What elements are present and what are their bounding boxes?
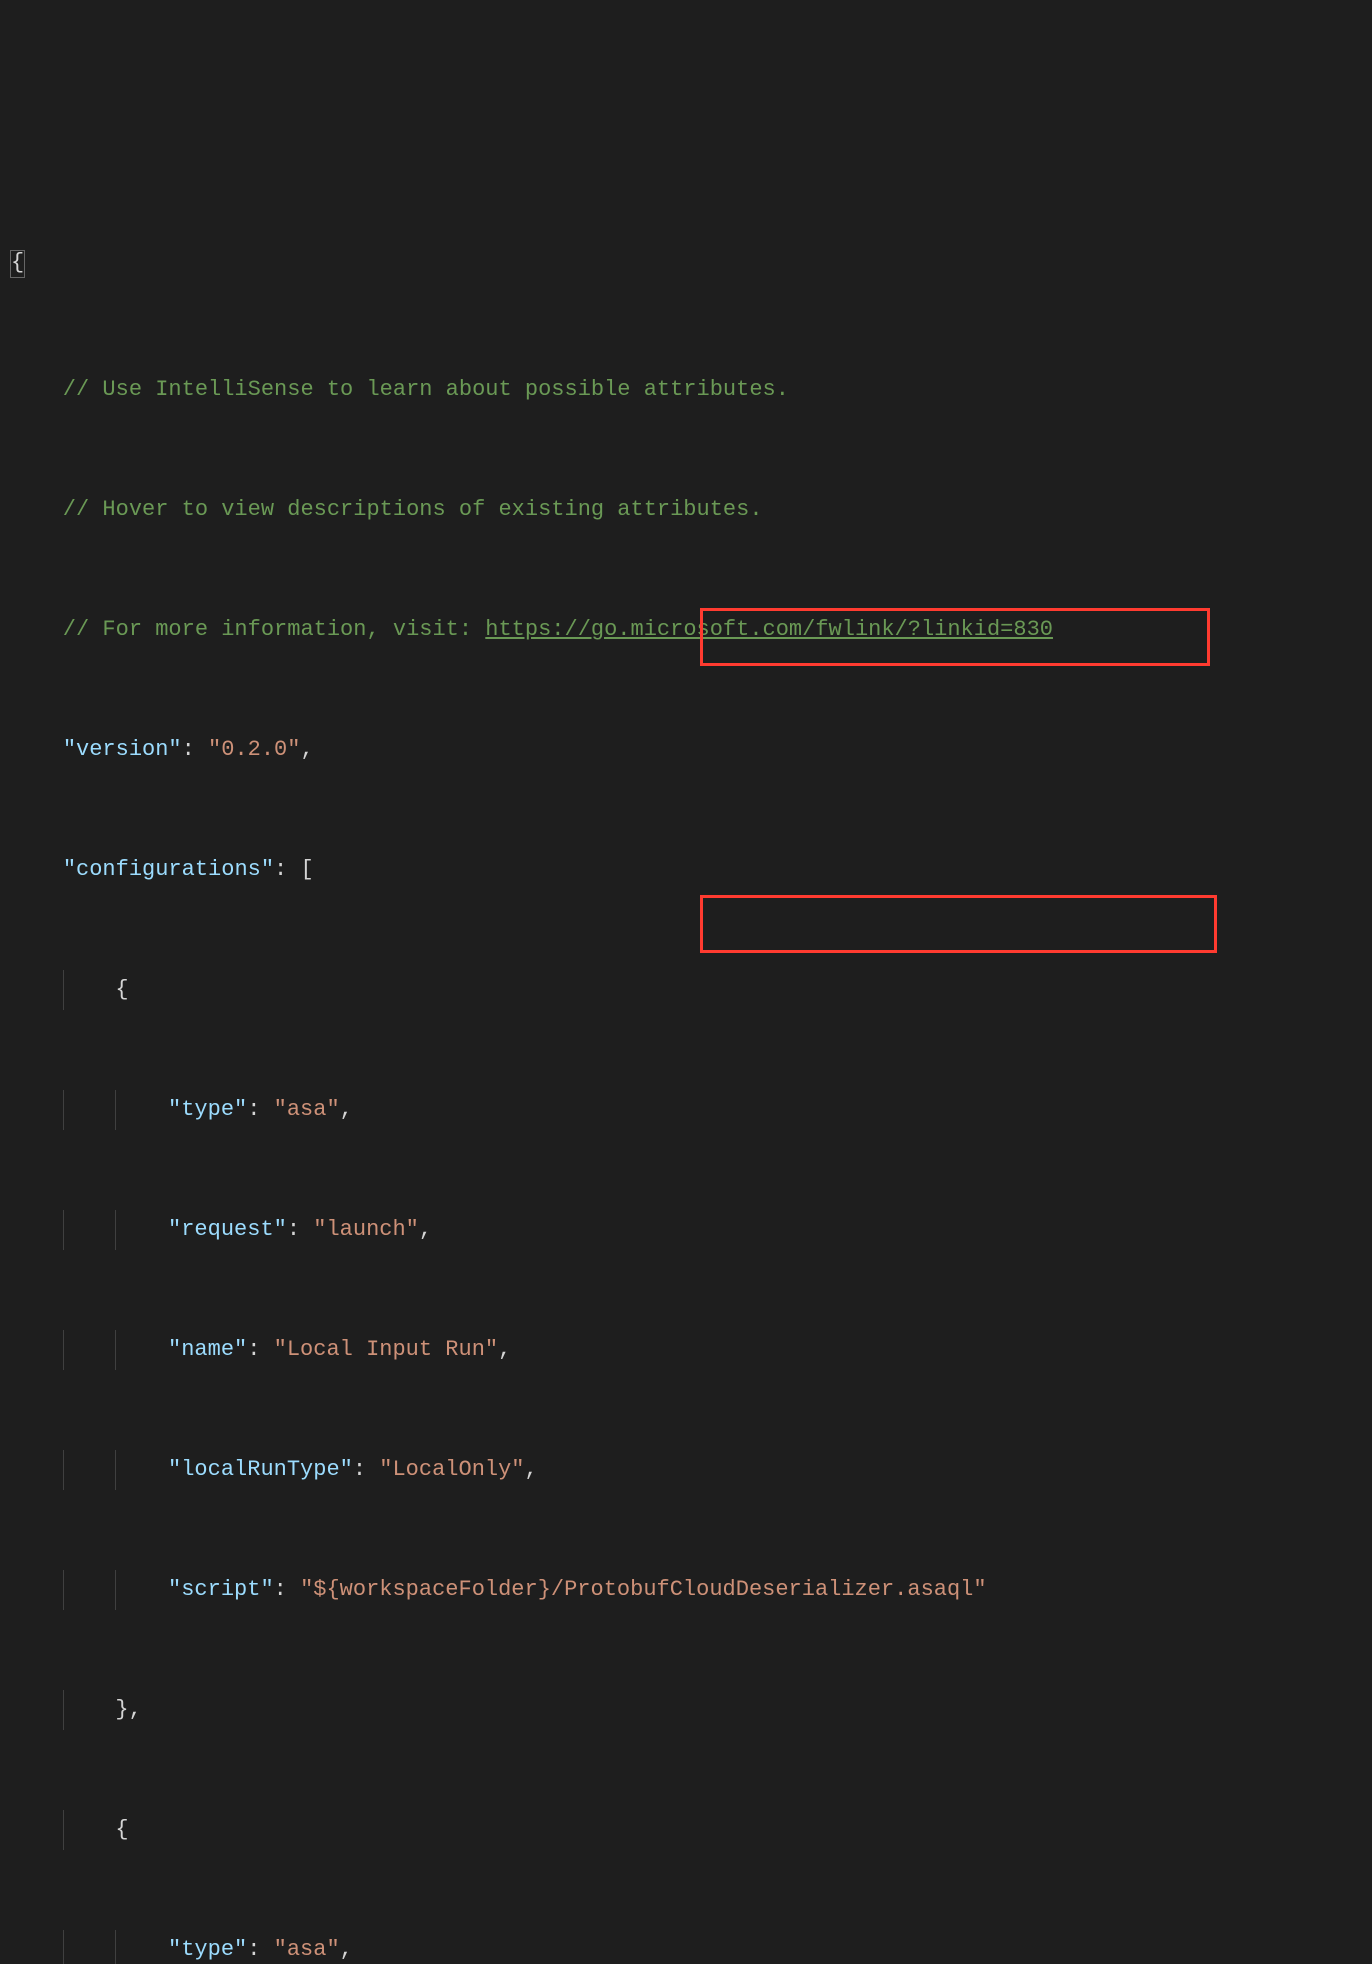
comment-text: // For more information, visit: — [10, 610, 485, 650]
code-line: }, — [10, 1690, 1372, 1730]
brace-open: { — [115, 1810, 128, 1850]
highlighted-filename: ProtobufCloudDeserializer.asaql — [564, 1570, 973, 1610]
json-key: "script" — [168, 1570, 274, 1610]
annotation-highlight-box — [700, 895, 1217, 953]
json-key: "version" — [63, 730, 182, 770]
code-line: "configurations": [ — [10, 850, 1372, 890]
json-key: "request" — [168, 1210, 287, 1250]
code-line: "version": "0.2.0", — [10, 730, 1372, 770]
code-line: // Hover to view descriptions of existin… — [10, 490, 1372, 530]
code-line: "script": "${workspaceFolder}/ProtobufCl… — [10, 1570, 1372, 1610]
json-string: "Local Input Run" — [274, 1330, 498, 1370]
code-line: // Use IntelliSense to learn about possi… — [10, 370, 1372, 410]
code-line: { — [10, 970, 1372, 1010]
json-string: "0.2.0" — [208, 730, 300, 770]
code-editor[interactable]: { // Use IntelliSense to learn about pos… — [0, 160, 1372, 1964]
brace-open: { — [10, 250, 25, 278]
json-string: "${workspaceFolder}/ — [300, 1570, 564, 1610]
code-line: // For more information, visit: https://… — [10, 610, 1372, 650]
brace-open: { — [115, 970, 128, 1010]
json-key: "type" — [168, 1090, 247, 1130]
code-line: "name": "Local Input Run", — [10, 1330, 1372, 1370]
code-line: { — [10, 1810, 1372, 1850]
json-string: "launch" — [313, 1210, 419, 1250]
code-line: "type": "asa", — [10, 1930, 1372, 1964]
json-key: "configurations" — [63, 850, 274, 890]
bracket-open: [ — [300, 850, 313, 890]
code-line: "type": "asa", — [10, 1090, 1372, 1130]
json-string: "asa" — [274, 1090, 340, 1130]
comment-link[interactable]: https://go.microsoft.com/fwlink/?linkid=… — [485, 610, 1053, 650]
code-line: "request": "launch", — [10, 1210, 1372, 1250]
code-line: "localRunType": "LocalOnly", — [10, 1450, 1372, 1490]
code-line: { — [10, 250, 1372, 290]
brace-close: }, — [115, 1690, 141, 1730]
json-key: "type" — [168, 1930, 247, 1964]
comment-text: // Use IntelliSense to learn about possi… — [10, 370, 789, 410]
comment-text: // Hover to view descriptions of existin… — [10, 490, 763, 530]
json-string: "asa" — [274, 1930, 340, 1964]
json-string: "LocalOnly" — [379, 1450, 524, 1490]
json-key: "name" — [168, 1330, 247, 1370]
json-key: "localRunType" — [168, 1450, 353, 1490]
